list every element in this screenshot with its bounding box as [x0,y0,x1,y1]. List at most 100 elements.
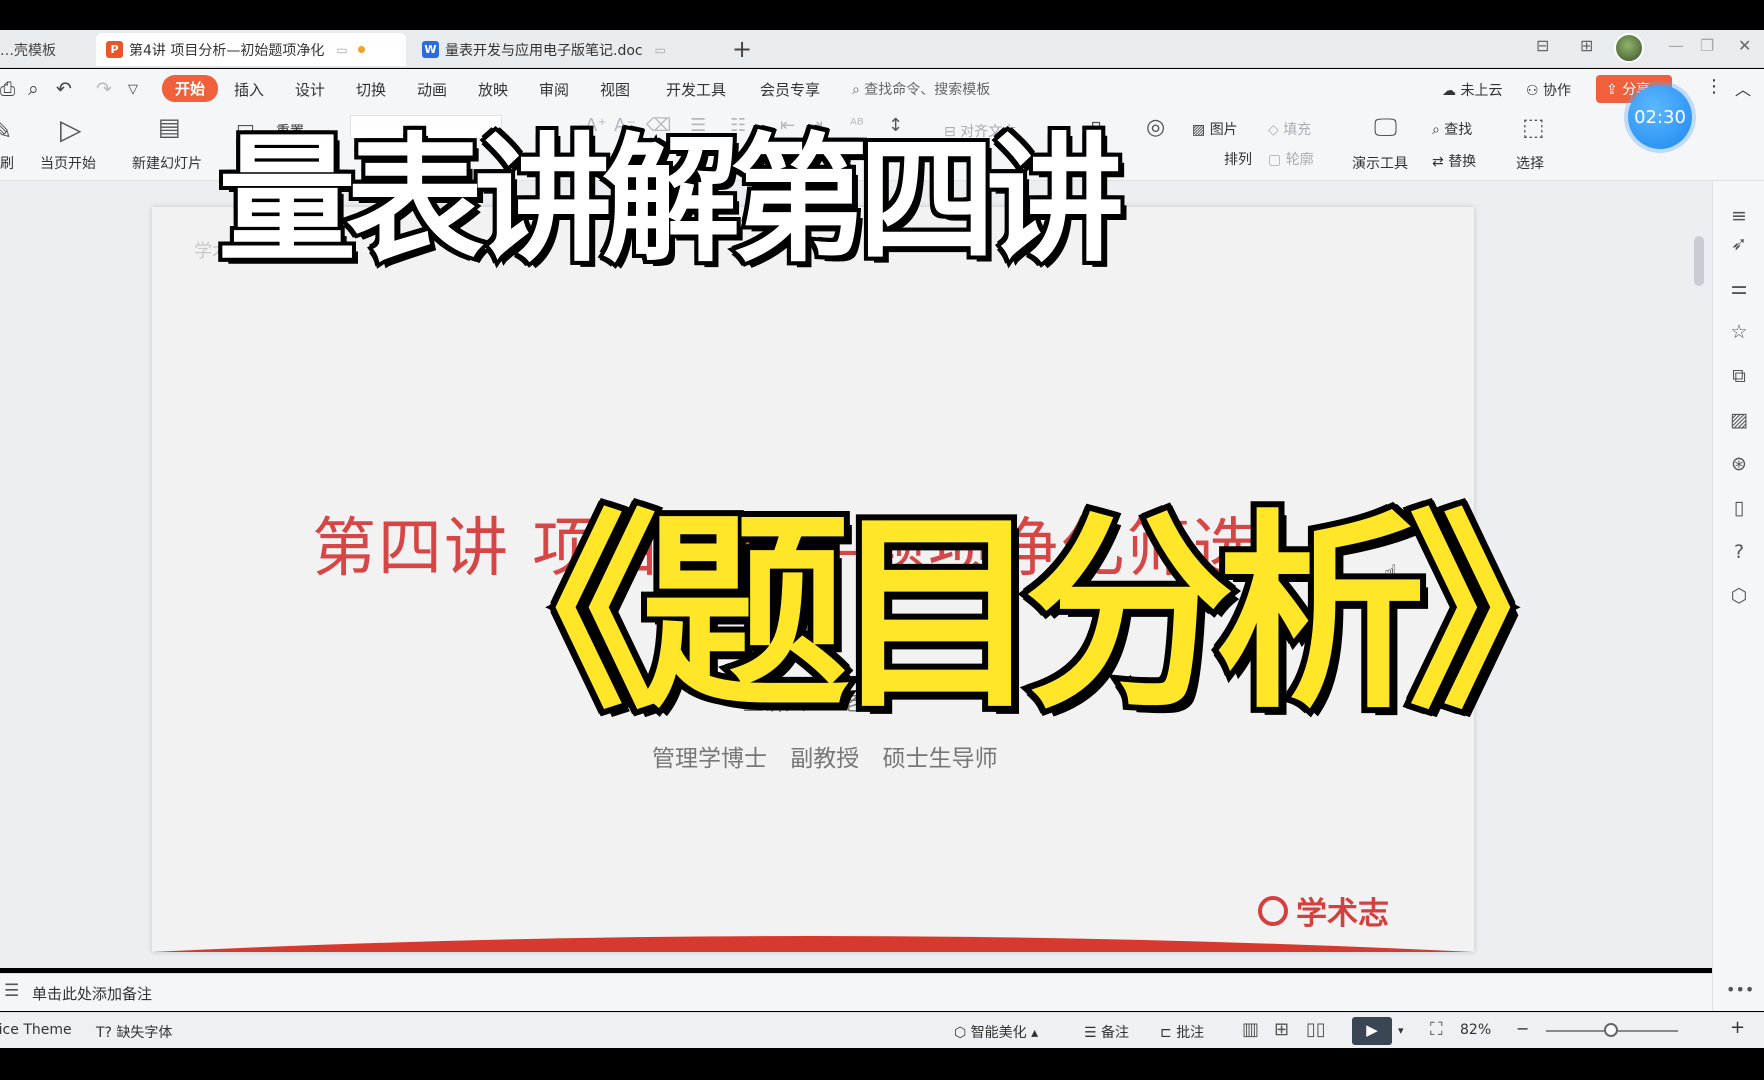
find-button[interactable]: ⌕ 查找 [1432,119,1472,139]
smart-beautify-button[interactable]: ⬡ 智能美化 ▴ [954,1022,1038,1042]
wps-writer-icon: W [422,41,439,58]
new-slide-button[interactable]: 新建幻灯片 [132,153,202,173]
fill-icon: ◇ [1268,122,1284,138]
slides-icon[interactable]: ⧉ [1727,365,1751,389]
tab-document[interactable]: W 量表开发与应用电子版笔记.doc ▭ [412,33,722,66]
menu-slideshow[interactable]: 放映 [478,79,508,100]
tab-presentation[interactable]: P 第4讲 项目分析—初始题项净化 ▭ [96,33,406,66]
tab-pin-icon[interactable]: ▭ [655,43,666,57]
command-search[interactable]: ⌕ 查找命令、搜索模板 [852,79,990,99]
more-icon[interactable]: ••• [1726,980,1754,999]
avatar[interactable] [1614,33,1644,63]
select-button[interactable]: 选择 [1516,153,1544,173]
find-label: 查找 [1444,122,1473,138]
shapes-icon[interactable]: ◎ [1146,115,1165,140]
menu-design[interactable]: 设计 [295,79,325,100]
tab-pin-icon[interactable]: ▭ [336,43,347,57]
cloud-status-label: 未上云 [1460,83,1503,99]
cube-icon[interactable]: ⬡ [1727,585,1751,609]
sidebar-collapse-icon[interactable]: ≡ [1727,205,1751,229]
notes-icon: ☰ [4,981,20,1001]
image-edit-icon[interactable]: ▨ [1727,409,1751,433]
format-painter-icon[interactable]: ✎ [0,117,12,145]
play-options-dropdown-icon[interactable]: ▾ [1398,1024,1404,1037]
menu-home[interactable]: 开始 [162,75,219,102]
redo-icon[interactable]: ↷ [96,78,112,100]
reading-view-icon[interactable]: ▯▯ [1306,1019,1326,1040]
quick-access-dropdown-icon[interactable]: ▽ [128,82,138,97]
play-circle-icon[interactable]: ▷ [60,113,82,146]
tab-template[interactable]: …壳模板 [0,33,94,66]
fill-button[interactable]: ◇ 填充 [1268,119,1311,139]
compass-icon[interactable]: ⊛ [1727,453,1751,477]
user-icon: ⚇ [1526,83,1539,99]
zoom-in-button[interactable]: + [1730,1017,1745,1038]
play-slideshow-button[interactable]: ▶ [1352,1017,1392,1045]
menu-view[interactable]: 视图 [600,79,630,100]
new-tab-button[interactable]: + [732,35,752,63]
adjust-icon[interactable]: ⚌ [1727,277,1751,301]
collaborate-label: 协作 [1543,83,1572,99]
menu-bar: ⎙ ⌕ ↶ ↷ ▽ 开始 插入 设计 切换 动画 放映 审阅 视图 开发工具 会… [0,69,1764,111]
print-icon[interactable]: ⎙ [0,78,15,100]
menu-transition[interactable]: 切换 [356,79,386,100]
search-icon: ⌕ [852,82,865,98]
theme-name: Office Theme [0,1022,72,1038]
notes-pane[interactable]: ☰ 单击此处添加备注 [0,973,1712,1011]
select-icon[interactable]: ⬚ [1522,113,1545,141]
new-slide-icon[interactable]: ▤ [158,113,181,141]
zoom-level[interactable]: 82% [1460,1022,1491,1038]
scrollbar-thumb[interactable] [1694,236,1704,286]
status-bar: Office Theme T? 缺失字体 ⬡ 智能美化 ▴ ☰ 备注 ⊏ 批注 … [0,1012,1764,1048]
help-icon[interactable]: ? [1727,541,1751,565]
presentation-tools-icon[interactable]: 🖵 [1374,113,1397,141]
print-preview-icon[interactable]: ⌕ [28,78,39,100]
rocket-icon[interactable]: ➶ [1727,233,1751,257]
close-icon[interactable]: ✕ [1738,36,1751,55]
missing-fonts-button[interactable]: T? 缺失字体 [96,1022,172,1042]
notes-toggle-label: 备注 [1101,1025,1130,1041]
menu-animation[interactable]: 动画 [417,79,447,100]
more-options-icon[interactable]: ⋮ [1705,76,1723,97]
smart-beautify-label: 智能美化 [970,1025,1027,1041]
recording-timer[interactable]: 02:30 [1628,85,1692,149]
slide-subtitle[interactable]: 管理学博士 副教授 硕士生导师 [652,739,998,773]
restore-icon[interactable]: ❐ [1700,36,1714,55]
menu-developer[interactable]: 开发工具 [666,79,726,100]
picture-icon: ▨ [1192,122,1210,138]
menu-review[interactable]: 审阅 [539,79,569,100]
arrange-button[interactable]: 排列 [1224,149,1252,169]
menu-insert[interactable]: 插入 [234,79,264,100]
share-icon: ⇪ [1606,82,1618,98]
minimize-icon[interactable]: — [1668,36,1684,55]
outline-button[interactable]: ▢ 轮廓 [1268,149,1314,169]
collapse-ribbon-icon[interactable]: ︿ [1735,76,1751,100]
layout-icon[interactable]: ⊟ [1536,36,1549,55]
slide-red-band [152,936,1474,952]
tab-bar: …壳模板 P 第4讲 项目分析—初始题项净化 ▭ W 量表开发与应用电子版笔记.… [0,30,1764,68]
normal-view-icon[interactable]: ▥ [1242,1019,1259,1040]
notes-placeholder[interactable]: 单击此处添加备注 [32,983,152,1004]
collaborate-button[interactable]: ⚇ 协作 [1526,80,1571,100]
format-painter-label[interactable]: 刷 [0,153,14,173]
outline-label: 轮廓 [1285,152,1314,168]
zoom-slider-handle[interactable] [1604,1023,1618,1037]
zoom-out-button[interactable]: − [1516,1019,1529,1038]
slide-sorter-icon[interactable]: ⊞ [1274,1019,1289,1040]
grid-apps-icon[interactable]: ⊞ [1580,36,1593,55]
play-from-current-button[interactable]: 当页开始 [40,153,96,173]
vertical-scrollbar[interactable] [1688,181,1714,968]
find-icon: ⌕ [1432,122,1445,138]
presentation-tools-button[interactable]: 演示工具 [1352,153,1408,173]
picture-button[interactable]: ▨ 图片 [1192,119,1238,139]
cloud-status[interactable]: ☁ 未上云 [1442,80,1502,100]
fit-window-icon[interactable]: ⛶ [1430,1019,1443,1040]
star-icon[interactable]: ☆ [1727,321,1751,345]
book-icon[interactable]: ▯ [1727,497,1751,521]
menu-member[interactable]: 会员专享 [760,79,820,100]
notes-toggle-button[interactable]: ☰ 备注 [1084,1022,1129,1042]
undo-icon[interactable]: ↶ [56,78,72,100]
replace-button[interactable]: ⇄ 替换 [1432,151,1476,171]
notes-toggle-icon: ☰ [1084,1025,1102,1041]
comments-button[interactable]: ⊏ 批注 [1160,1022,1204,1042]
